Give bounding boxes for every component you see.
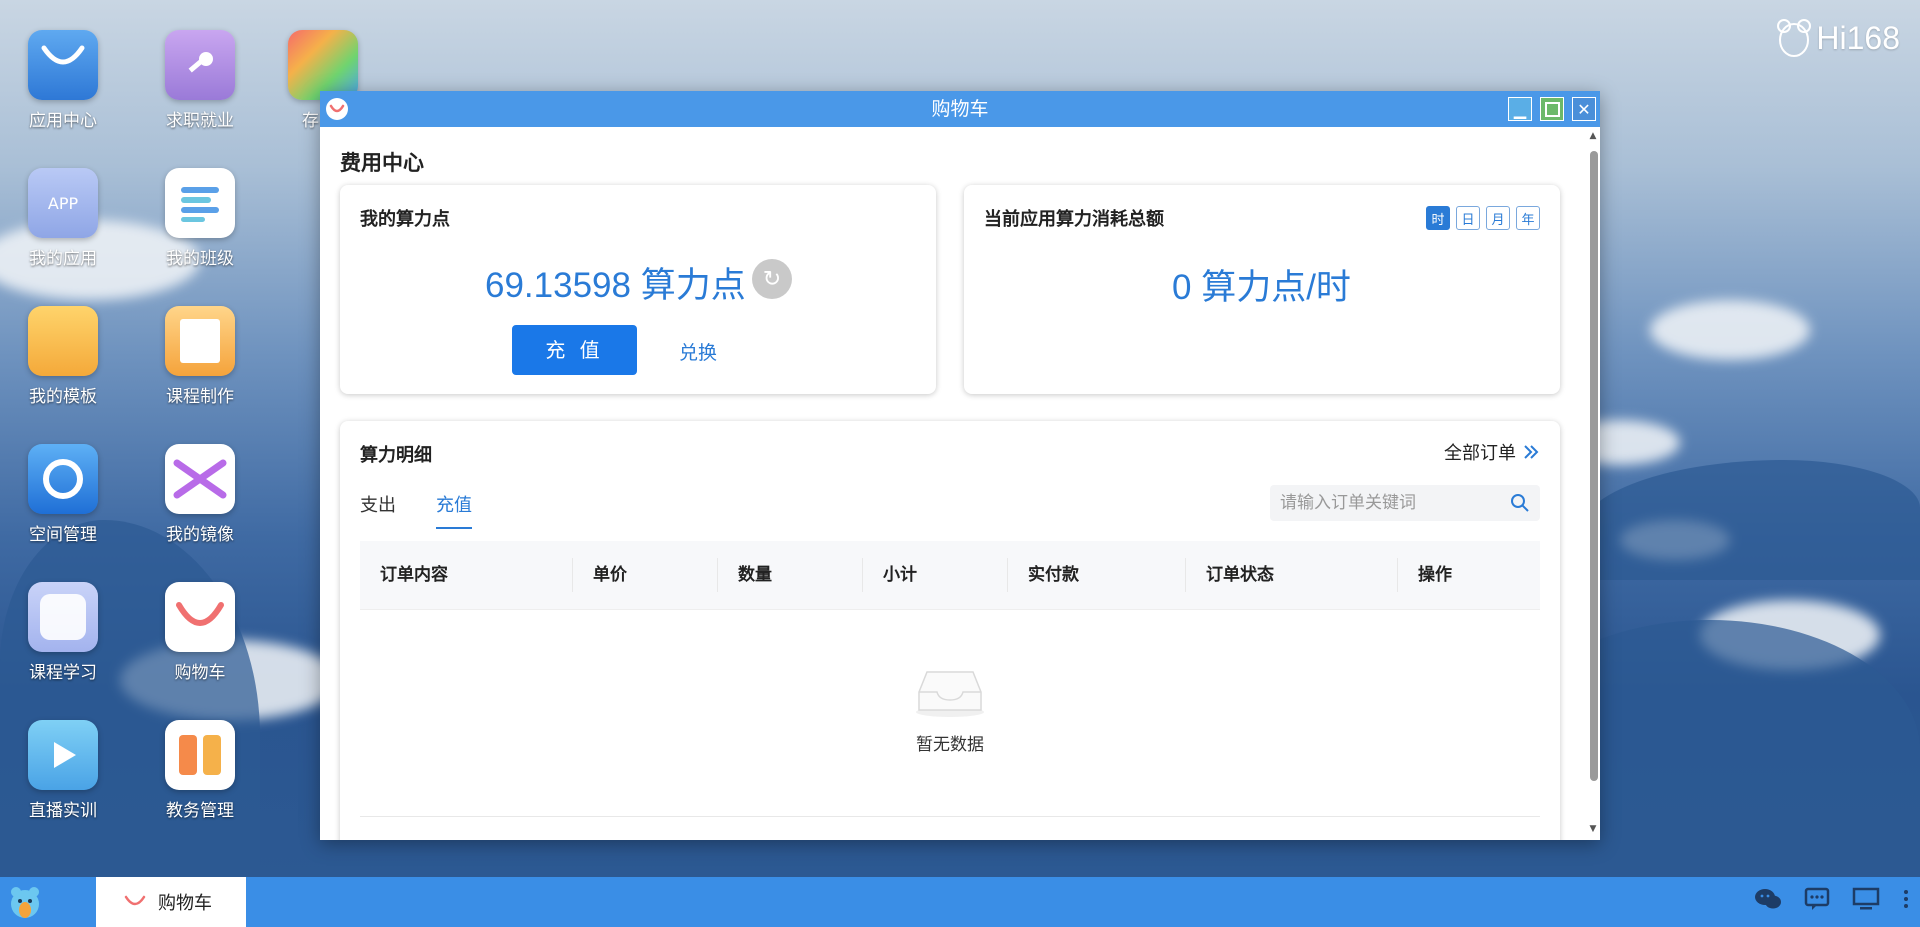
- desktop-icon-cart[interactable]: 购物车: [150, 582, 250, 683]
- tab-recharge[interactable]: 充值: [436, 491, 472, 529]
- desktop-icon-app-center[interactable]: 应用中心: [13, 30, 113, 131]
- col-subtotal: 小计: [862, 558, 1007, 592]
- window-titlebar[interactable]: 购物车 ▁ ✕: [320, 91, 1600, 127]
- col-quantity: 数量: [717, 558, 862, 592]
- scrollbar-thumb[interactable]: [1590, 151, 1598, 781]
- cart-smile-icon: [165, 582, 235, 652]
- system-tray: [1754, 887, 1910, 911]
- notebook-icon: [165, 306, 235, 376]
- col-order-content: 订单内容: [380, 565, 448, 585]
- maximize-button[interactable]: [1540, 97, 1564, 121]
- start-button[interactable]: [6, 883, 44, 921]
- empty-inbox-icon: [916, 671, 984, 717]
- minimize-icon: ▁: [1513, 99, 1527, 119]
- taskbar-item-label: 购物车: [158, 893, 212, 914]
- period-hour[interactable]: 时: [1426, 206, 1450, 230]
- col-actions: 操作: [1397, 558, 1540, 592]
- scroll-up-icon[interactable]: ▲: [1588, 131, 1598, 141]
- taskbar-item-cart[interactable]: 购物车: [96, 877, 246, 927]
- monitor-icon[interactable]: [1852, 887, 1880, 911]
- desktop-icon-jobs[interactable]: 求职就业: [150, 30, 250, 131]
- bear-mascot-icon: [11, 887, 39, 918]
- search-icon[interactable]: [1510, 493, 1530, 513]
- brand-logo: Hi168: [1776, 18, 1900, 58]
- play-icon: [28, 720, 98, 790]
- desktop-icon-academic-affairs[interactable]: 教务管理: [150, 720, 250, 821]
- double-chevron-right-icon: [1524, 445, 1539, 459]
- message-icon[interactable]: [1804, 887, 1830, 911]
- period-selector: 时 日 月 年: [1426, 206, 1540, 230]
- consumption-card-title: 当前应用算力消耗总额: [984, 209, 1164, 230]
- window-content: 费用中心 我的算力点 69.13598 算力点 ↻ 充 值 兑换 当前应用算力消…: [320, 127, 1584, 840]
- desktop-icon-course-study[interactable]: 课程学习: [13, 582, 113, 683]
- table-bottom-divider: [360, 816, 1540, 817]
- key-icon: [165, 30, 235, 100]
- page-title: 费用中心: [340, 151, 424, 175]
- window-scrollbar[interactable]: ▲ ▼: [1588, 131, 1598, 834]
- desktop-icon-my-templates[interactable]: 我的模板: [13, 306, 113, 407]
- all-orders-label: 全部订单: [1444, 443, 1516, 464]
- period-year[interactable]: 年: [1516, 206, 1540, 230]
- window-title: 购物车: [931, 98, 989, 120]
- orders-table-header: 订单内容 单价 数量 小计 实付款 订单状态 操作: [360, 541, 1540, 610]
- columns-icon: [165, 720, 235, 790]
- minimize-button[interactable]: ▁: [1508, 97, 1532, 121]
- recharge-button[interactable]: 充 值: [512, 325, 637, 375]
- list-icon: [165, 168, 235, 238]
- taskbar: 购物车: [0, 877, 1920, 927]
- ribbon-icon: [165, 444, 235, 514]
- blank-icon: [28, 582, 98, 652]
- cart-window: 购物车 ▁ ✕ 费用中心 我的算力点 69.13598 算力点 ↻ 充 值 兑换…: [320, 91, 1600, 840]
- desktop-icon-course-making[interactable]: 课程制作: [150, 306, 250, 407]
- period-month[interactable]: 月: [1486, 206, 1510, 230]
- desktop-icon-my-class[interactable]: 我的班级: [150, 168, 250, 269]
- detail-tabs: 支出 充值: [360, 491, 472, 529]
- ring-icon: [28, 444, 98, 514]
- empty-state: 暂无数据: [340, 666, 1560, 755]
- close-button[interactable]: ✕: [1572, 97, 1596, 121]
- shopping-bag-icon: [28, 30, 98, 100]
- balance-card: 我的算力点 69.13598 算力点 ↻ 充 值 兑换: [340, 185, 936, 394]
- order-search-input[interactable]: [1270, 485, 1510, 521]
- refresh-button[interactable]: ↻: [752, 259, 792, 299]
- tab-expense[interactable]: 支出: [360, 491, 396, 529]
- all-orders-link[interactable]: 全部订单: [1444, 439, 1540, 465]
- app-icon: APP: [28, 168, 98, 238]
- balance-value: 69.13598 算力点: [485, 266, 746, 305]
- maximize-icon: [1544, 101, 1560, 117]
- bear-logo-icon: [1777, 19, 1812, 57]
- exchange-button[interactable]: 兑换: [679, 338, 717, 365]
- cart-smile-icon: [124, 895, 146, 906]
- folder-icon: [28, 306, 98, 376]
- detail-card-title: 算力明细: [360, 445, 432, 466]
- paint-bucket-icon: [288, 30, 358, 100]
- consumption-card: 当前应用算力消耗总额 时 日 月 年 0 算力点/时: [964, 185, 1560, 394]
- col-unit-price: 单价: [572, 558, 717, 592]
- desktop-icon-my-apps[interactable]: APP 我的应用: [13, 168, 113, 269]
- brand-name: Hi168: [1816, 19, 1900, 56]
- refresh-icon: ↻: [762, 266, 782, 292]
- desktop-icon-live-training[interactable]: 直播实训: [13, 720, 113, 821]
- scroll-down-icon[interactable]: ▼: [1588, 824, 1598, 834]
- wechat-icon[interactable]: [1754, 887, 1782, 911]
- order-search: [1270, 485, 1540, 521]
- close-icon: ✕: [1577, 99, 1591, 119]
- period-day[interactable]: 日: [1456, 206, 1480, 230]
- empty-text: 暂无数据: [916, 735, 984, 755]
- col-paid: 实付款: [1007, 558, 1185, 592]
- more-vertical-icon[interactable]: [1902, 887, 1910, 911]
- desktop-icon-space-management[interactable]: 空间管理: [13, 444, 113, 545]
- desktop-icon-my-images[interactable]: 我的镜像: [150, 444, 250, 545]
- balance-card-title: 我的算力点: [360, 209, 450, 230]
- col-status: 订单状态: [1185, 558, 1397, 592]
- detail-card: 算力明细 全部订单 支出 充值 订单内容 单价 数量 小计 实付款 订单状态 操…: [340, 421, 1560, 840]
- consumption-value: 0 算力点/时: [1172, 268, 1351, 307]
